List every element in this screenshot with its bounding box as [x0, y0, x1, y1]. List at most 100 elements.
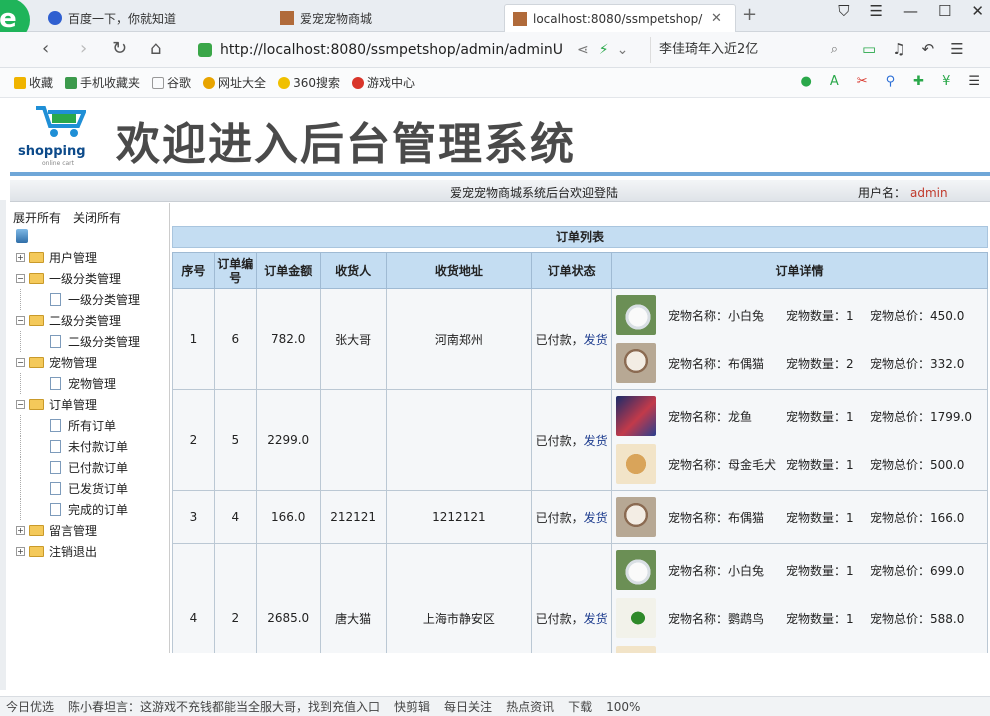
- pet-name-value: 母金毛犬: [727, 457, 776, 472]
- search-icon[interactable]: ⌕: [831, 37, 838, 63]
- headphones-icon[interactable]: ♫: [892, 40, 905, 58]
- pet-total-value: 500.0: [929, 457, 965, 472]
- status-item[interactable]: 陈小春坦言：这游戏不充钱都能当全服大哥，找到充值入口: [68, 698, 380, 715]
- menu-icon[interactable]: ☰: [950, 40, 963, 58]
- status-item[interactable]: 100%: [606, 700, 640, 714]
- settings-menu-icon[interactable]: ☰: [870, 2, 883, 20]
- browser-tab[interactable]: 百度一下，你就知道: [48, 4, 258, 32]
- menu-label: 一级分类管理: [68, 293, 141, 307]
- ship-link[interactable]: 发货: [584, 434, 608, 448]
- site-header: shopping online cart 欢迎进入后台管理系统: [0, 98, 990, 172]
- share-icon[interactable]: ⋖: [577, 42, 589, 58]
- cell-order-id: 4: [213, 490, 257, 544]
- forward-icon[interactable]: ›: [80, 38, 87, 59]
- url-text: http://localhost:8080/ssmpetshop/admin/a…: [220, 42, 564, 58]
- menu-folder-item[interactable]: − 二级分类管理: [16, 310, 170, 331]
- close-tab-icon[interactable]: ✕: [711, 11, 722, 26]
- bookmark-item[interactable]: 网址大全: [203, 74, 266, 91]
- bookmark-item[interactable]: 游戏中心: [351, 74, 415, 91]
- browser-tab[interactable]: 爱宠宠物商城: [280, 4, 500, 32]
- bookmark-item[interactable]: 手机收藏夹: [65, 74, 140, 91]
- tab-label: 百度一下，你就知道: [68, 11, 177, 26]
- undo-icon[interactable]: ↶: [922, 40, 935, 58]
- pet-qty-label: 宠物数量：: [785, 563, 846, 578]
- pet-qty: 宠物数量：1: [786, 307, 870, 324]
- status-item[interactable]: 热点资讯: [506, 698, 554, 715]
- bookmark-item[interactable]: 谷歌: [152, 74, 191, 91]
- collapse-icon[interactable]: −: [16, 400, 25, 409]
- magnifier-icon[interactable]: ⚲: [886, 74, 896, 89]
- welcome-text: 爱宠宠物商城系统后台欢迎登陆: [450, 186, 619, 200]
- menu-leaf-item[interactable]: 未付款订单: [16, 436, 170, 457]
- browser-tab-active[interactable]: localhost:8080/ssmpetshop/a ✕: [504, 4, 736, 32]
- pet-name-value: 鹦鹉鸟: [727, 611, 764, 626]
- maximize-icon[interactable]: ☐: [938, 2, 951, 20]
- menu-label: 二级分类管理: [68, 335, 141, 349]
- menu-leaf-item[interactable]: 一级分类管理: [16, 289, 170, 310]
- pet-qty: 宠物数量：1: [786, 408, 870, 425]
- expand-icon[interactable]: +: [16, 547, 25, 556]
- lightning-icon[interactable]: ⚡: [599, 42, 609, 58]
- pet-image: [615, 444, 656, 484]
- battery-icon[interactable]: ▭: [862, 40, 876, 58]
- menu-folder-item[interactable]: + 留言管理: [16, 520, 170, 541]
- menu-leaf-item[interactable]: 二级分类管理: [16, 331, 170, 352]
- scissors-icon[interactable]: ✂: [857, 74, 868, 89]
- ship-link[interactable]: 发货: [584, 511, 608, 525]
- menu-folder-item[interactable]: − 订单管理: [16, 394, 170, 415]
- search-input[interactable]: 李佳琦年入近2亿 ⌕: [650, 37, 842, 63]
- collapse-icon[interactable]: −: [16, 316, 25, 325]
- status-item[interactable]: 每日关注: [444, 698, 492, 715]
- menu-leaf-item[interactable]: 所有订单: [16, 415, 170, 436]
- reload-icon[interactable]: ↻: [112, 38, 127, 59]
- address-bar[interactable]: http://localhost:8080/ssmpetshop/admin/a…: [198, 37, 648, 63]
- status-item[interactable]: 下载: [568, 698, 592, 715]
- menu-tree: + 用户管理 − 一级分类管理一级分类管理 − 二级分类管理二级分类管理 − 宠物管理 宠物管理…: [16, 247, 170, 562]
- expand-icon[interactable]: +: [16, 253, 25, 262]
- home-icon[interactable]: ⌂: [150, 38, 161, 59]
- bookmark-item[interactable]: 360搜索: [278, 74, 340, 91]
- cell-no: 3: [172, 490, 215, 544]
- logo-subtext: online cart: [42, 160, 75, 167]
- menu-folder-item[interactable]: + 用户管理: [16, 247, 170, 268]
- collapse-all-link[interactable]: 关闭所有: [73, 209, 121, 226]
- bookmark-item[interactable]: 收藏: [14, 74, 53, 91]
- collapse-icon[interactable]: −: [16, 274, 25, 283]
- nav-icon: [203, 76, 216, 89]
- ship-link[interactable]: 发货: [584, 612, 608, 626]
- menu-leaf-item[interactable]: 已发货订单: [16, 478, 170, 499]
- tab-label: localhost:8080/ssmpetshop/a: [533, 11, 703, 26]
- menu-folder-item[interactable]: + 注销退出: [16, 541, 170, 562]
- menu-folder-item[interactable]: − 一级分类管理: [16, 268, 170, 289]
- status-item[interactable]: 今日优选: [6, 698, 54, 715]
- menu-folder-item[interactable]: − 宠物管理: [16, 352, 170, 373]
- cell-order-id: 6: [213, 288, 257, 390]
- expand-icon[interactable]: +: [16, 526, 25, 535]
- pet-qty: 宠物数量：1: [786, 562, 870, 579]
- column-header: 订单金额: [255, 252, 321, 289]
- minimize-icon[interactable]: —: [903, 2, 918, 20]
- more-icon[interactable]: ☰: [968, 74, 980, 89]
- menu-leaf-item[interactable]: 已付款订单: [16, 457, 170, 478]
- baidu-icon: [48, 11, 62, 25]
- back-icon[interactable]: ‹: [42, 38, 49, 59]
- wechat-icon[interactable]: ●: [800, 74, 811, 89]
- menu-leaf-item[interactable]: 完成的订单: [16, 499, 170, 520]
- expand-all-link[interactable]: 展开所有: [13, 209, 61, 226]
- ship-link[interactable]: 发货: [584, 333, 608, 347]
- new-tab-icon[interactable]: +: [742, 4, 757, 25]
- shirt-icon[interactable]: ⛉: [838, 2, 849, 20]
- yen-icon[interactable]: ¥: [942, 74, 950, 89]
- status-item[interactable]: 快剪辑: [394, 698, 430, 715]
- document-icon: [50, 440, 61, 453]
- collapse-icon[interactable]: −: [16, 358, 25, 367]
- user-label: 用户名：: [858, 186, 907, 200]
- gamepad-icon[interactable]: ✚: [913, 74, 924, 89]
- menu-leaf-item[interactable]: 宠物管理: [16, 373, 170, 394]
- chevron-down-icon[interactable]: ⌄: [617, 42, 629, 58]
- translate-icon[interactable]: A: [830, 74, 839, 89]
- pet-name-label: 宠物名称：: [667, 510, 728, 525]
- document-icon: [50, 293, 61, 306]
- close-window-icon[interactable]: ✕: [971, 2, 984, 20]
- cart-icon: [36, 106, 86, 137]
